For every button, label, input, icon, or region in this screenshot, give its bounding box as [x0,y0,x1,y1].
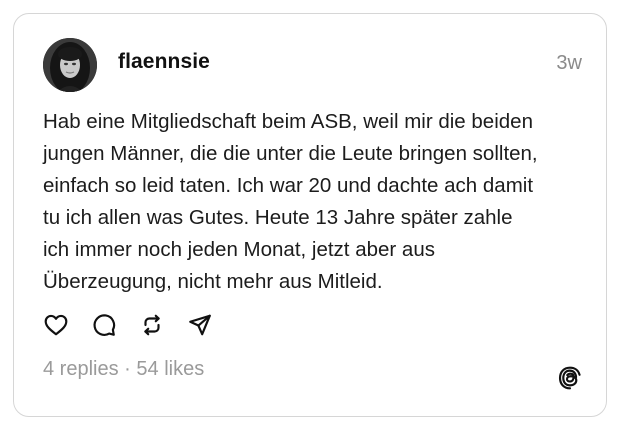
post-text-line: Überzeugung, nicht mehr aus Mitleid. [43,270,383,293]
avatar-image [43,38,97,92]
post-text-line: einfach so leid taten. Ich war 20 und da… [43,174,534,197]
replies-count[interactable]: 4 replies [43,358,119,380]
post-text-line: ich immer noch jeden Monat, jetzt aber a… [43,238,435,261]
send-icon [189,314,211,336]
post-text: Hab eine Mitgliedschaft beim ASB, weil m… [43,106,593,298]
threads-icon[interactable] [556,364,584,392]
avatar[interactable] [43,38,97,92]
repost-button[interactable] [138,311,166,339]
post-text-line: Hab eine Mitgliedschaft beim ASB, weil m… [43,110,533,133]
reply-button[interactable] [90,311,118,339]
post-card: flaennsie 3w Hab eine Mitgliedschaft bei… [13,13,607,417]
post-text-line: tu ich allen was Gutes. Heute 13 Jahre s… [43,206,513,229]
post-actions [42,311,234,339]
like-button[interactable] [42,311,70,339]
repost-icon [144,314,160,336]
username[interactable]: flaennsie [118,50,210,74]
comment-icon [93,314,116,336]
post-stats: 4 replies · 54 likes [43,358,204,381]
post-text-line: jungen Männer, die die unter die Leute b… [43,142,538,165]
post-timestamp: 3w [556,52,582,74]
heart-icon [44,314,68,336]
likes-count[interactable]: 54 likes [136,358,204,380]
share-button[interactable] [186,311,214,339]
stats-separator: · [124,358,131,380]
